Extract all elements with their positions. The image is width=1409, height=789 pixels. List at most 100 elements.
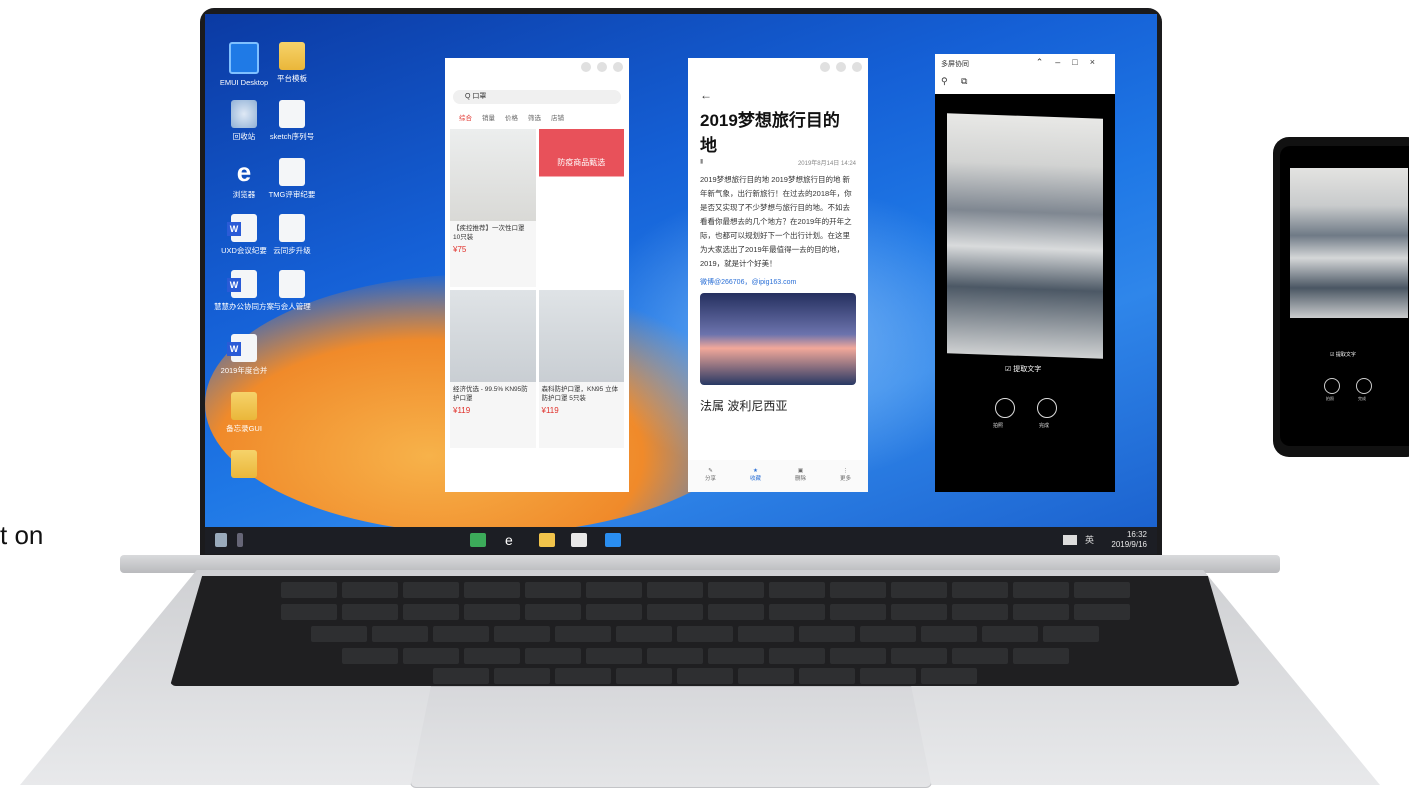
pin-icon[interactable]: ⚲ <box>941 76 948 87</box>
keyboard-key[interactable] <box>768 648 825 664</box>
keyboard-key[interactable] <box>372 626 428 642</box>
keyboard-key[interactable] <box>341 604 398 620</box>
desktop-icon-folder-3[interactable] <box>205 450 285 482</box>
desktop-icon-gui-folder[interactable]: 备忘录GUI <box>205 392 285 433</box>
minimize-icon[interactable] <box>581 62 591 72</box>
keyboard-key[interactable] <box>951 582 1008 598</box>
multi-screen-icon[interactable] <box>470 533 486 547</box>
keyboard-key[interactable] <box>341 582 398 598</box>
keyboard-key[interactable] <box>341 648 398 664</box>
keyboard-key[interactable] <box>951 648 1008 664</box>
tab-store[interactable]: 店铺 <box>551 112 564 122</box>
keyboard-key[interactable] <box>555 626 611 642</box>
back-arrow-icon[interactable]: ← <box>688 86 868 104</box>
keyboard-key[interactable] <box>738 668 794 684</box>
keyboard-key[interactable] <box>585 648 642 664</box>
keyboard-key[interactable] <box>707 648 764 664</box>
keyboard-key[interactable] <box>829 648 886 664</box>
keyboard-key[interactable] <box>829 604 886 620</box>
keyboard-key[interactable] <box>463 604 520 620</box>
keyboard-key[interactable] <box>524 648 581 664</box>
shopping-app-window[interactable]: Q 口罩 综合 销量 价格 筛选 店铺 【疾控推荐】一次性口罩 10只装 ¥75… <box>445 58 629 492</box>
start-icon[interactable] <box>215 533 227 547</box>
keyboard-key[interactable] <box>646 604 703 620</box>
multiscreen-camera-window[interactable]: 多屏协同 ⌃–□× ⚲ ⧉ ☑ 提取文字 拍照 完成 <box>935 54 1115 492</box>
keyboard-key[interactable] <box>890 604 947 620</box>
keyboard-key[interactable] <box>494 668 550 684</box>
microphone-icon[interactable] <box>237 533 243 547</box>
maximize-icon[interactable] <box>836 62 846 72</box>
promo-card[interactable]: 防疫商品甄选 <box>538 129 624 287</box>
tab-comprehensive[interactable]: 综合 <box>459 112 472 122</box>
desktop-icon-tmg-doc[interactable]: TMG评审纪要 <box>251 158 333 199</box>
keyboard-key[interactable] <box>585 582 642 598</box>
keyboard-key[interactable] <box>860 626 916 642</box>
desktop-icon-cloud-doc[interactable]: 云同步升级 <box>251 214 333 255</box>
share-button[interactable]: ✎ 分享 <box>705 460 716 492</box>
keyboard-key[interactable] <box>433 668 489 684</box>
keyboard-key[interactable] <box>890 582 947 598</box>
keyboard-key[interactable] <box>951 604 1008 620</box>
window-titlebar[interactable] <box>688 58 868 76</box>
keyboard-key[interactable] <box>1073 604 1130 620</box>
keyboard-key[interactable] <box>1012 604 1069 620</box>
keyboard-key[interactable] <box>829 582 886 598</box>
keyboard-key[interactable] <box>402 648 459 664</box>
keyboard-key[interactable] <box>311 626 367 642</box>
keyboard-key[interactable] <box>707 582 764 598</box>
keyboard-key[interactable] <box>677 668 733 684</box>
product-card[interactable]: 森科防护口罩，KN95 立体防护口罩 5只装 ¥119 <box>538 290 624 448</box>
keyboard-key[interactable] <box>616 626 672 642</box>
keyboard-key[interactable] <box>402 582 459 598</box>
language-indicator[interactable]: 英 <box>1085 533 1094 546</box>
delete-button[interactable]: ▣ 删除 <box>795 460 806 492</box>
phone-capture-button[interactable] <box>1324 378 1340 394</box>
keyboard-key[interactable] <box>616 668 672 684</box>
keyboard-key[interactable] <box>280 582 337 598</box>
keyboard-key[interactable] <box>707 604 764 620</box>
keyboard-key[interactable] <box>799 626 855 642</box>
keyboard-key[interactable] <box>463 582 520 598</box>
minimize-icon[interactable] <box>820 62 830 72</box>
clock[interactable]: 16:32 2019/9/16 <box>1111 530 1147 550</box>
restore-icon[interactable]: ⧉ <box>961 76 967 87</box>
keyboard-key[interactable] <box>982 626 1038 642</box>
network-icon[interactable] <box>1063 535 1077 545</box>
keyboard-key[interactable] <box>677 626 733 642</box>
window-titlebar[interactable] <box>445 58 629 76</box>
keyboard-key[interactable] <box>280 604 337 620</box>
extract-text-checkbox[interactable]: ☑ 提取文字 <box>1005 364 1041 374</box>
keyboard-key[interactable] <box>524 582 581 598</box>
keyboard-key[interactable] <box>738 626 794 642</box>
phone-extract-text-checkbox[interactable]: ☑ 提取文字 <box>1330 351 1356 358</box>
done-button[interactable] <box>1037 398 1057 418</box>
desktop-icon-year-doc[interactable]: 2019年度合并 <box>205 334 285 375</box>
desktop-icon-folder-1[interactable]: 平台模板 <box>251 42 333 83</box>
keyboard-key[interactable] <box>463 648 520 664</box>
keyboard-key[interactable] <box>494 626 550 642</box>
keyboard-key[interactable] <box>585 604 642 620</box>
more-button[interactable]: ⋮ 更多 <box>840 460 851 492</box>
emui-icon[interactable] <box>605 533 621 547</box>
window-controls[interactable]: ⌃–□× <box>1036 57 1107 68</box>
desktop-icon-manage-doc[interactable]: 与会人管理 <box>251 270 333 311</box>
notes-app-window[interactable]: ← 2019梦想旅行目的地 ▮ 2019年8月14日 14:24 2019梦想旅行… <box>688 58 868 492</box>
keyboard-key[interactable] <box>921 626 977 642</box>
close-icon[interactable] <box>613 62 623 72</box>
keyboard-key[interactable] <box>921 668 977 684</box>
keyboard-key[interactable] <box>768 582 825 598</box>
keyboard-key[interactable] <box>1012 582 1069 598</box>
article-link[interactable]: 微博@266706，@ipig163.com <box>688 277 868 287</box>
keyboard-key[interactable] <box>433 626 489 642</box>
capture-button[interactable] <box>995 398 1015 418</box>
maximize-icon[interactable] <box>597 62 607 72</box>
keyboard-key[interactable] <box>402 604 459 620</box>
tab-sales[interactable]: 销量 <box>482 112 495 122</box>
tab-filter[interactable]: 筛选 <box>528 112 541 122</box>
search-input[interactable]: Q 口罩 <box>453 90 621 104</box>
keyboard-key[interactable] <box>1043 626 1099 642</box>
file-explorer-icon[interactable] <box>539 533 555 547</box>
keyboard-key[interactable] <box>555 668 611 684</box>
keyboard-key[interactable] <box>646 582 703 598</box>
keyboard-key[interactable] <box>768 604 825 620</box>
